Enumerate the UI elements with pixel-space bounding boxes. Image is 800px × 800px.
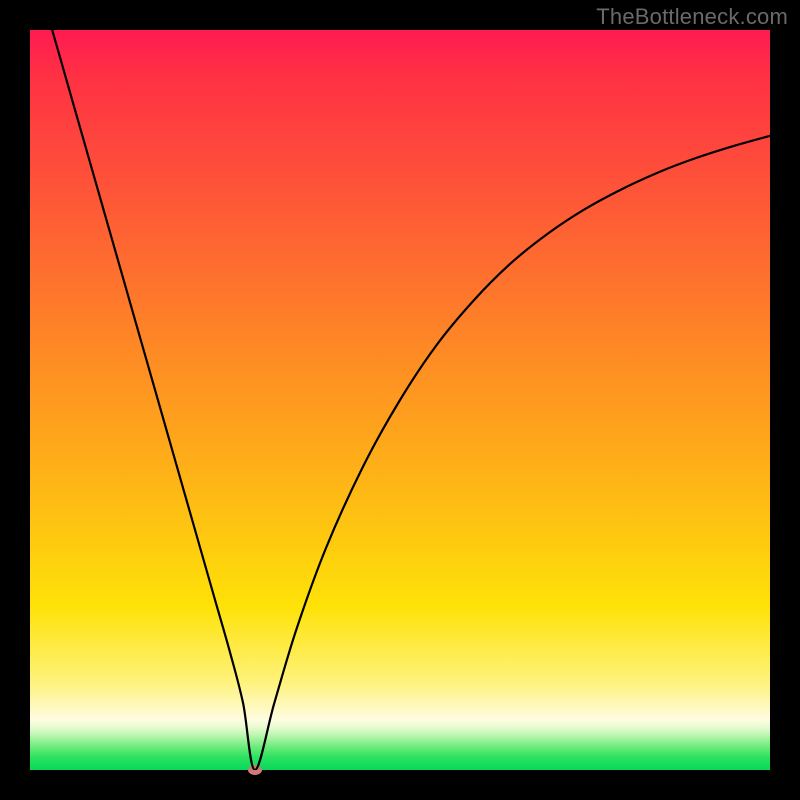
bottleneck-curve <box>30 30 770 770</box>
chart-frame: TheBottleneck.com <box>0 0 800 800</box>
plot-area <box>30 30 770 770</box>
watermark-text: TheBottleneck.com <box>596 4 788 30</box>
